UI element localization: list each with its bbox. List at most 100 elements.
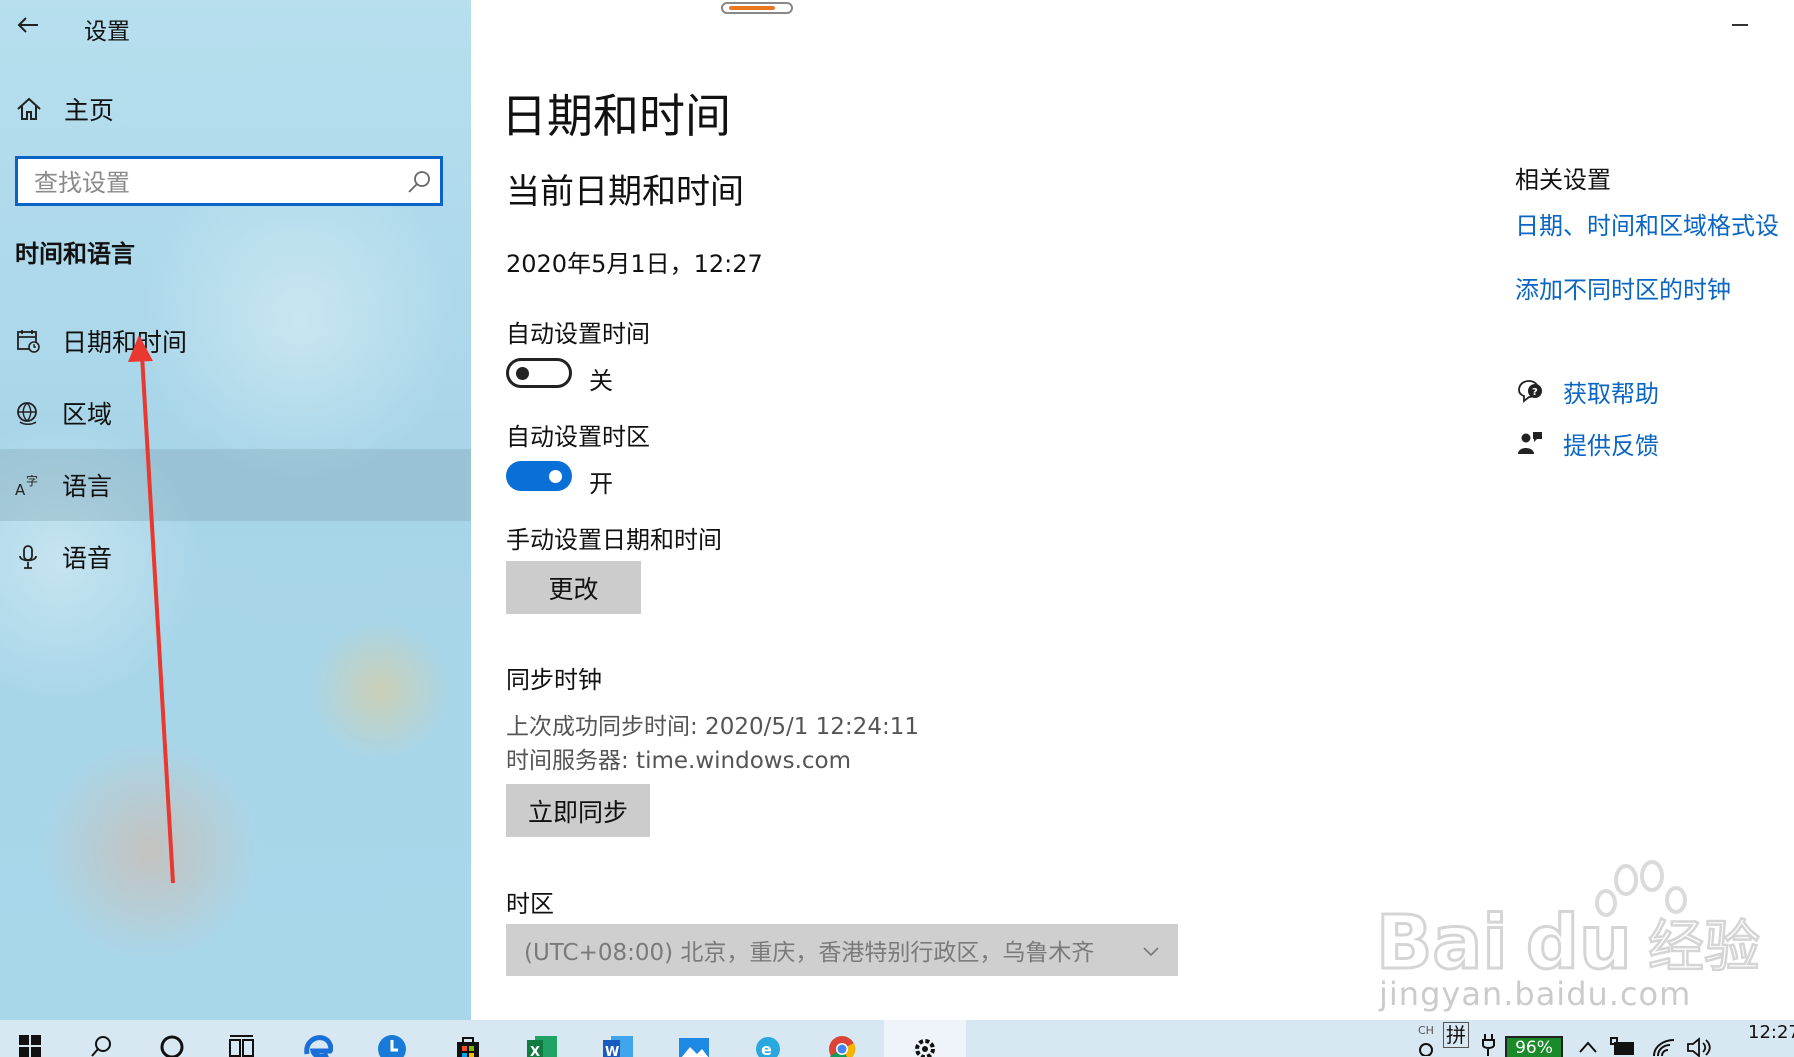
excel-app[interactable]: X <box>512 1020 572 1057</box>
sync-now-button[interactable]: 立即同步 <box>506 784 650 837</box>
svg-text:X: X <box>530 1045 540 1057</box>
timezone-select[interactable]: (UTC+08:00) 北京，重庆，香港特别行政区，乌鲁木齐 <box>506 924 1178 976</box>
edge-app[interactable] <box>288 1020 348 1057</box>
sidebar-item-label: 语言 <box>62 472 113 501</box>
sidebar-item-language[interactable]: A字 语言 <box>0 449 471 521</box>
ie-app[interactable]: e <box>738 1020 798 1057</box>
internet-explorer-icon: e <box>756 1037 780 1057</box>
svg-text:Bai: Bai <box>1376 900 1508 986</box>
watermark-url: jingyan.baidu.com <box>1379 975 1692 1013</box>
sync-clock-label: 同步时钟 <box>506 666 602 694</box>
sidebar-item-label: 区域 <box>62 400 113 429</box>
app-title: 设置 <box>84 19 130 45</box>
store-app[interactable] <box>438 1020 498 1057</box>
svg-text:du: du <box>1526 900 1632 986</box>
settings-app[interactable] <box>884 1020 966 1057</box>
minimize-icon[interactable] <box>1725 10 1755 40</box>
auto-timezone-state: 开 <box>589 470 613 498</box>
home-label: 主页 <box>64 96 115 125</box>
svg-text:A: A <box>15 481 26 499</box>
store-icon <box>457 1037 479 1057</box>
home-icon <box>14 94 44 124</box>
help-chat-icon: ? <box>1515 376 1545 406</box>
add-clocks-link[interactable]: 添加不同时区的时钟 <box>1515 270 1731 305</box>
wifi-icon[interactable] <box>1652 1036 1676 1057</box>
svg-text:e: e <box>761 1040 772 1057</box>
task-view-button[interactable] <box>212 1020 272 1057</box>
edge-icon <box>304 1035 333 1057</box>
start-button[interactable] <box>0 1020 60 1057</box>
volume-icon[interactable] <box>1686 1036 1712 1057</box>
section-title: 当前日期和时间 <box>506 172 744 212</box>
task-view-icon <box>229 1035 254 1057</box>
related-settings-title: 相关设置 <box>1515 166 1611 194</box>
give-feedback-link[interactable]: 提供反馈 <box>1515 425 1659 461</box>
current-datetime: 2020年5月1日，12:27 <box>506 250 763 278</box>
auto-time-state: 关 <box>589 367 613 395</box>
windows-logo-icon <box>19 1035 41 1057</box>
change-button[interactable]: 更改 <box>506 561 641 614</box>
page-title: 日期和时间 <box>501 89 731 143</box>
main-content: 日期和时间 当前日期和时间 2020年5月1日，12:27 自动设置时间 关 自… <box>471 0 1794 1020</box>
ime-label: 拼 <box>1443 1022 1469 1048</box>
battery-indicator[interactable]: 96% <box>1505 1036 1563 1057</box>
globe-region-icon <box>14 399 42 427</box>
sidebar-item-date-time[interactable]: 日期和时间 <box>0 305 471 377</box>
auto-time-toggle[interactable] <box>506 358 572 388</box>
chrome-app[interactable] <box>812 1020 872 1057</box>
chrome-icon <box>829 1036 856 1057</box>
search-icon[interactable] <box>406 169 432 195</box>
back-arrow-icon[interactable] <box>14 10 44 40</box>
svg-text:?: ? <box>1532 387 1538 398</box>
sidebar-item-speech[interactable]: 语音 <box>0 521 471 593</box>
ime-icon: CH <box>1418 1024 1434 1056</box>
power-plug-icon[interactable] <box>1480 1032 1502 1057</box>
word-app[interactable]: W <box>588 1020 648 1057</box>
cortana-button[interactable] <box>142 1020 202 1057</box>
auto-timezone-toggle[interactable] <box>506 461 572 491</box>
taskbar: X W e CH 拼 96% 12:27 <box>0 1020 1794 1057</box>
auto-timezone-label: 自动设置时区 <box>506 423 650 451</box>
sidebar-item-label: 日期和时间 <box>62 328 188 357</box>
chevron-down-icon <box>1142 940 1160 958</box>
excel-icon: X <box>527 1036 557 1057</box>
svg-text:经验: 经验 <box>1648 915 1760 980</box>
sidebar-item-label: 语音 <box>62 544 113 573</box>
settings-search-box[interactable] <box>15 156 443 206</box>
taskbar-search-button[interactable] <box>72 1020 132 1057</box>
settings-sidebar: 设置 主页 时间和语言 日期和时间 区域 A字 语言 语音 <box>0 0 471 1020</box>
taskbar-clock[interactable]: 12:27 <box>1748 1022 1794 1043</box>
clock-app-icon <box>378 1035 406 1057</box>
network-adapter-icon[interactable] <box>1610 1036 1638 1057</box>
window-drag-handle[interactable] <box>721 2 793 14</box>
microphone-icon <box>14 543 42 571</box>
date-time-region-format-link[interactable]: 日期、时间和区域格式设 <box>1515 206 1779 241</box>
svg-text:字: 字 <box>26 473 38 488</box>
sidebar-item-region[interactable]: 区域 <box>0 377 471 449</box>
photos-icon <box>679 1038 709 1057</box>
time-server-text: 时间服务器: time.windows.com <box>506 748 852 774</box>
clock-app[interactable] <box>362 1020 422 1057</box>
cortana-icon <box>160 1035 184 1057</box>
svg-text:CH: CH <box>1418 1024 1434 1037</box>
ime-pinyin-indicator[interactable]: 拼 <box>1443 1022 1469 1057</box>
give-feedback-label: 提供反馈 <box>1563 431 1659 460</box>
gear-icon <box>915 1039 935 1057</box>
search-input[interactable] <box>32 167 396 199</box>
home-nav-item[interactable]: 主页 <box>14 88 114 130</box>
last-sync-text: 上次成功同步时间: 2020/5/1 12:24:11 <box>506 714 919 740</box>
timezone-value: (UTC+08:00) 北京，重庆，香港特别行政区，乌鲁木齐 <box>524 940 1095 966</box>
chevron-up-icon[interactable] <box>1578 1038 1598 1057</box>
svg-text:W: W <box>605 1045 619 1057</box>
photos-app[interactable] <box>664 1020 724 1057</box>
auto-time-label: 自动设置时间 <box>506 320 650 348</box>
ime-ch-indicator[interactable]: CH <box>1416 1020 1436 1057</box>
manual-datetime-label: 手动设置日期和时间 <box>506 526 722 554</box>
timezone-label: 时区 <box>506 890 554 918</box>
search-icon <box>91 1036 111 1057</box>
feedback-icon <box>1515 428 1545 458</box>
language-icon: A字 <box>14 471 42 499</box>
get-help-link[interactable]: ? 获取帮助 <box>1515 373 1659 409</box>
word-icon: W <box>603 1036 633 1057</box>
get-help-label: 获取帮助 <box>1563 379 1659 408</box>
